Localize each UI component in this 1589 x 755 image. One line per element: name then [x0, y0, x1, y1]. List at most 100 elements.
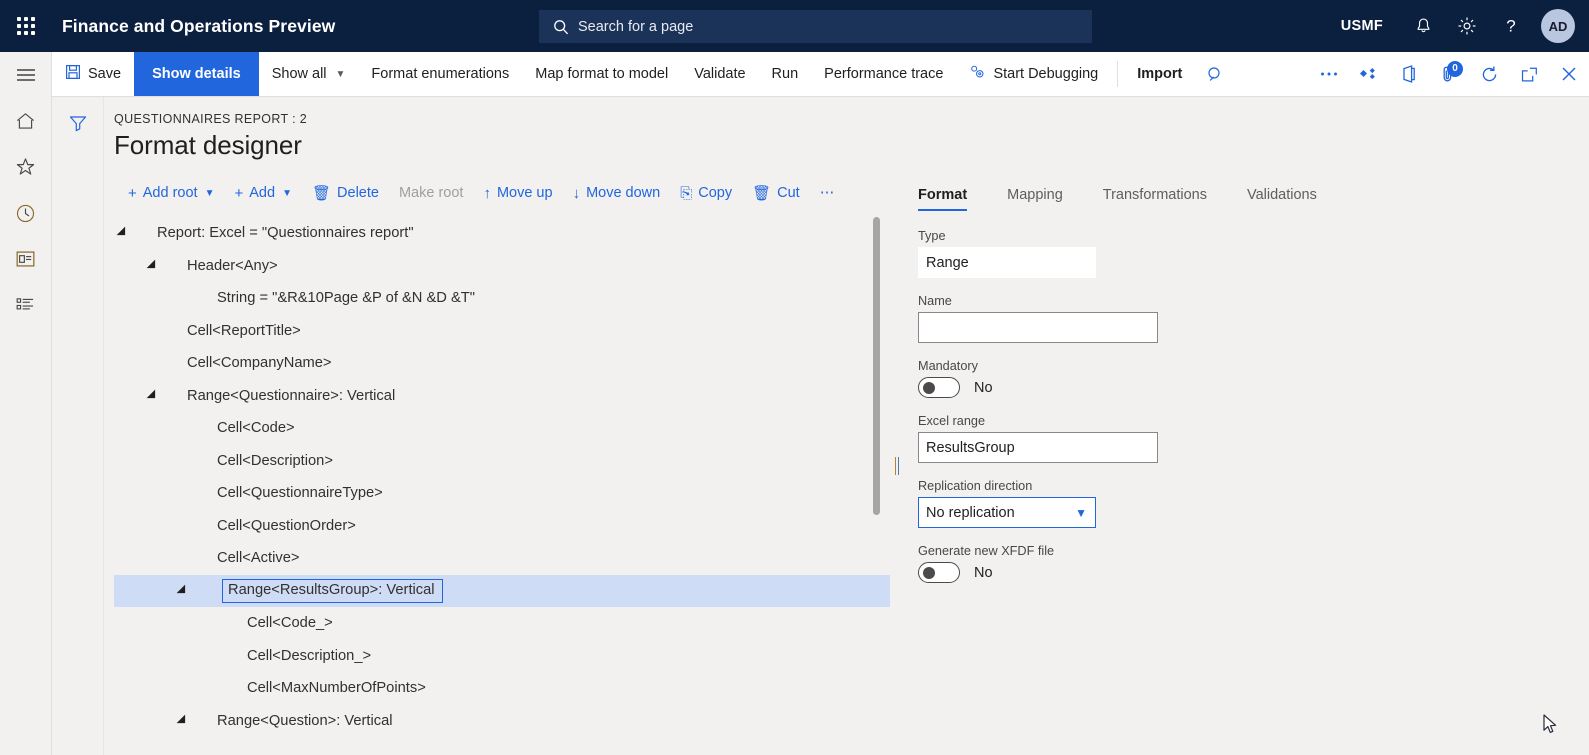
tab-format[interactable]: Format: [904, 187, 987, 211]
tree-row-label: Cell<CompanyName>: [187, 355, 332, 372]
name-label: Name: [918, 294, 952, 308]
replication-direction-select[interactable]: No replication ▼: [918, 497, 1096, 528]
tree-row[interactable]: Cell<Code_>: [114, 607, 890, 640]
open-in-new-window-icon[interactable]: [1509, 52, 1549, 97]
move-down-button[interactable]: ↓ Move down: [563, 185, 671, 201]
tree-row[interactable]: Cell<MaxNumberOfPoints>: [114, 672, 890, 705]
chevron-down-icon: ▼: [282, 187, 292, 199]
hamburger-menu-icon[interactable]: [0, 52, 51, 98]
delete-button[interactable]: 🗑 Delete: [302, 185, 389, 201]
chevron-down-icon: ▼: [1075, 505, 1087, 520]
scrollbar-thumb[interactable]: [873, 217, 880, 515]
tree-row[interactable]: Range<Questionnaire>: Vertical: [114, 380, 890, 413]
tree-row-label: Range<ResultsGroup>: Vertical: [222, 578, 443, 603]
tree-row[interactable]: Report: Excel = "Questionnaires report": [114, 217, 890, 250]
settings-gear-icon[interactable]: [1445, 0, 1489, 52]
cut-label: Cut: [777, 185, 800, 201]
expand-collapse-triangle-icon[interactable]: [176, 714, 190, 728]
tab-validations[interactable]: Validations: [1227, 187, 1337, 211]
save-button[interactable]: Save: [52, 52, 134, 96]
move-down-label: Move down: [586, 185, 661, 201]
tab-transformations[interactable]: Transformations: [1083, 187, 1227, 211]
command-separator: [1117, 61, 1119, 87]
name-input[interactable]: [918, 312, 1158, 343]
designer-split: + Add root ▼ + Add ▼ 🗑 Delete Make root ↑ Move up ↓…: [114, 177, 1589, 755]
copy-button[interactable]: ⎘ Copy: [670, 185, 742, 201]
attachments-icon[interactable]: 0: [1429, 52, 1469, 97]
tree-row[interactable]: Cell<QuestionOrder>: [114, 510, 890, 543]
company-selector[interactable]: USMF: [1341, 18, 1383, 34]
save-label: Save: [88, 66, 122, 82]
start-debugging-button[interactable]: Start Debugging: [956, 52, 1111, 96]
user-avatar[interactable]: AD: [1541, 9, 1575, 43]
personalize-icon[interactable]: [1349, 52, 1389, 97]
expand-collapse-triangle-icon[interactable]: [116, 226, 130, 240]
svg-text:?: ?: [1506, 17, 1515, 36]
import-button[interactable]: Import: [1124, 52, 1195, 96]
refresh-icon[interactable]: [1469, 52, 1509, 97]
format-tree: Report: Excel = "Questionnaires report" H…: [114, 217, 890, 737]
tree-row-label: Cell<QuestionnaireType>: [217, 485, 383, 502]
overflow-ellipsis-icon[interactable]: [1309, 52, 1349, 97]
help-icon[interactable]: ?: [1489, 0, 1533, 52]
add-button[interactable]: + Add ▼: [225, 185, 302, 201]
validate-button[interactable]: Validate: [681, 52, 758, 96]
format-enumerations-button[interactable]: Format enumerations: [358, 52, 522, 96]
show-all-label: Show all: [271, 66, 327, 82]
tree-row[interactable]: Cell<ReportTitle>: [114, 315, 890, 348]
tree-row[interactable]: String = "&R&10Page &P of &N &D &T": [114, 282, 890, 315]
tree-row[interactable]: Cell<Description>: [114, 445, 890, 478]
excel-range-input[interactable]: ResultsGroup: [918, 432, 1158, 463]
tree-row[interactable]: Range<Question>: Vertical: [114, 705, 890, 738]
add-root-button[interactable]: + Add root ▼: [118, 185, 225, 201]
recent-clock-icon[interactable]: [0, 190, 51, 236]
page-search-input[interactable]: Search for a page: [539, 10, 1092, 43]
tree-scroll-region[interactable]: Report: Excel = "Questionnaires report" H…: [114, 217, 890, 755]
tree-row-label: Range<Questionnaire>: Vertical: [187, 387, 396, 404]
tree-row[interactable]: Cell<Code>: [114, 412, 890, 445]
command-search-icon[interactable]: [1195, 52, 1235, 97]
favorites-star-icon[interactable]: [0, 144, 51, 190]
expand-collapse-triangle-icon[interactable]: [146, 389, 160, 403]
show-all-button[interactable]: Show all ▼: [259, 52, 359, 96]
cut-button[interactable]: 🗑 Cut: [742, 185, 810, 201]
search-icon: [553, 19, 569, 35]
notifications-icon[interactable]: [1401, 0, 1445, 52]
generate-xfdf-toggle[interactable]: [918, 562, 960, 583]
tree-vertical-scrollbar[interactable]: [873, 217, 880, 755]
type-value: Range: [918, 247, 1096, 278]
tree-row[interactable]: Range<ResultsGroup>: Vertical: [114, 574, 890, 607]
chevron-down-icon: ▼: [335, 68, 346, 80]
panel-splitter[interactable]: [890, 177, 904, 755]
tree-row[interactable]: Cell<Description_>: [114, 640, 890, 673]
run-button[interactable]: Run: [759, 52, 812, 96]
tree-row[interactable]: Header<Any>: [114, 250, 890, 283]
expand-collapse-triangle-icon[interactable]: [176, 584, 190, 598]
performance-trace-button[interactable]: Performance trace: [811, 52, 956, 96]
workspaces-icon[interactable]: [0, 236, 51, 282]
splitter-grip: [895, 457, 899, 475]
more-actions-button[interactable]: ⋯: [810, 185, 845, 201]
expand-collapse-triangle-icon[interactable]: [146, 259, 160, 273]
show-details-button[interactable]: Show details: [134, 52, 259, 96]
mandatory-toggle[interactable]: [918, 377, 960, 398]
move-up-button[interactable]: ↑ Move up: [473, 185, 562, 201]
tree-row[interactable]: Cell<QuestionnaireType>: [114, 477, 890, 510]
tree-row-label: Cell<Description>: [217, 452, 333, 469]
search-placeholder-text: Search for a page: [578, 18, 694, 35]
content-column: Save Show details Show all ▼ Format enum…: [52, 52, 1589, 755]
top-navigation-bar: Finance and Operations Preview Search fo…: [0, 0, 1589, 52]
home-icon[interactable]: [0, 98, 51, 144]
app-launcher-icon[interactable]: [0, 0, 52, 52]
app-title: Finance and Operations Preview: [62, 15, 336, 36]
tree-row[interactable]: Cell<CompanyName>: [114, 347, 890, 380]
filter-funnel-icon[interactable]: [62, 107, 94, 139]
tab-mapping[interactable]: Mapping: [987, 187, 1083, 211]
tree-row-label: Cell<Code_>: [247, 615, 333, 632]
tree-row[interactable]: Cell<Active>: [114, 542, 890, 575]
office-app-icon[interactable]: [1389, 52, 1429, 97]
map-format-to-model-button[interactable]: Map format to model: [522, 52, 681, 96]
modules-list-icon[interactable]: [0, 282, 51, 328]
close-icon[interactable]: [1549, 52, 1589, 97]
